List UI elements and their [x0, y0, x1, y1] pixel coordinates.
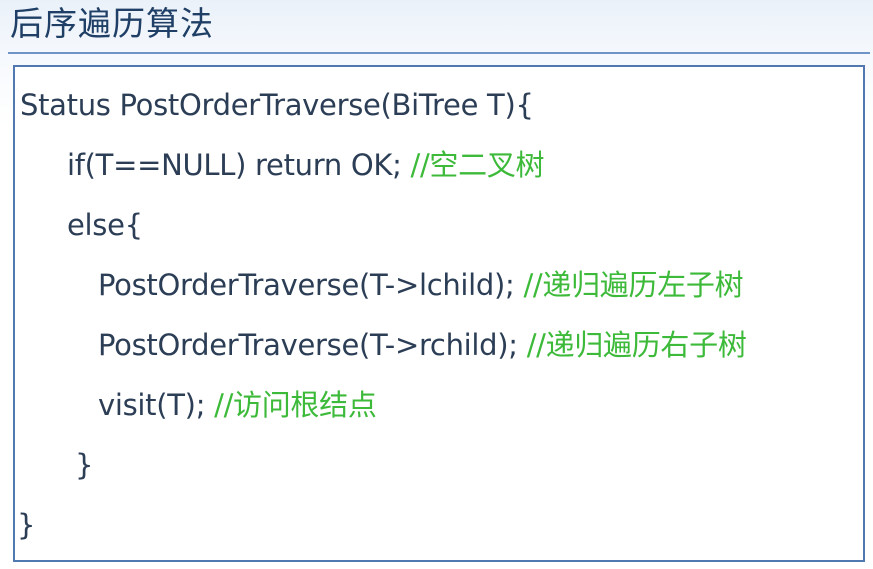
code-comment-right-subtree: //递归遍历右子树 [526, 328, 747, 362]
title-divider [8, 52, 870, 54]
code-text: else{ [67, 208, 143, 242]
code-line-function-signature: Status PostOrderTraverse(BiTree T){ [20, 88, 534, 122]
slide-title: 后序遍历算法 [10, 4, 214, 43]
code-comment-empty-tree: //空二叉树 [410, 148, 545, 182]
code-line-close-else: } [75, 448, 93, 482]
code-text: Status PostOrderTraverse(BiTree T){ [20, 88, 534, 122]
code-box [13, 65, 865, 562]
code-text: visit(T); [98, 388, 215, 422]
code-text: PostOrderTraverse(T->lchild); [98, 268, 524, 302]
code-text: } [17, 508, 36, 542]
code-text: } [75, 448, 94, 482]
code-text: if(T==NULL) return OK; [67, 148, 411, 182]
code-line-traverse-right: PostOrderTraverse(T->rchild); //递归遍历右子树 [98, 328, 747, 362]
code-line-close-function: } [17, 508, 35, 542]
code-line-null-check: if(T==NULL) return OK; //空二叉树 [67, 148, 545, 182]
code-line-visit: visit(T); //访问根结点 [98, 388, 377, 422]
code-line-else: else{ [67, 208, 143, 242]
code-comment-left-subtree: //递归遍历左子树 [523, 268, 744, 302]
code-line-traverse-left: PostOrderTraverse(T->lchild); //递归遍历左子树 [98, 268, 744, 302]
code-text: PostOrderTraverse(T->rchild); [98, 328, 527, 362]
code-comment-visit-root: //访问根结点 [214, 388, 377, 422]
